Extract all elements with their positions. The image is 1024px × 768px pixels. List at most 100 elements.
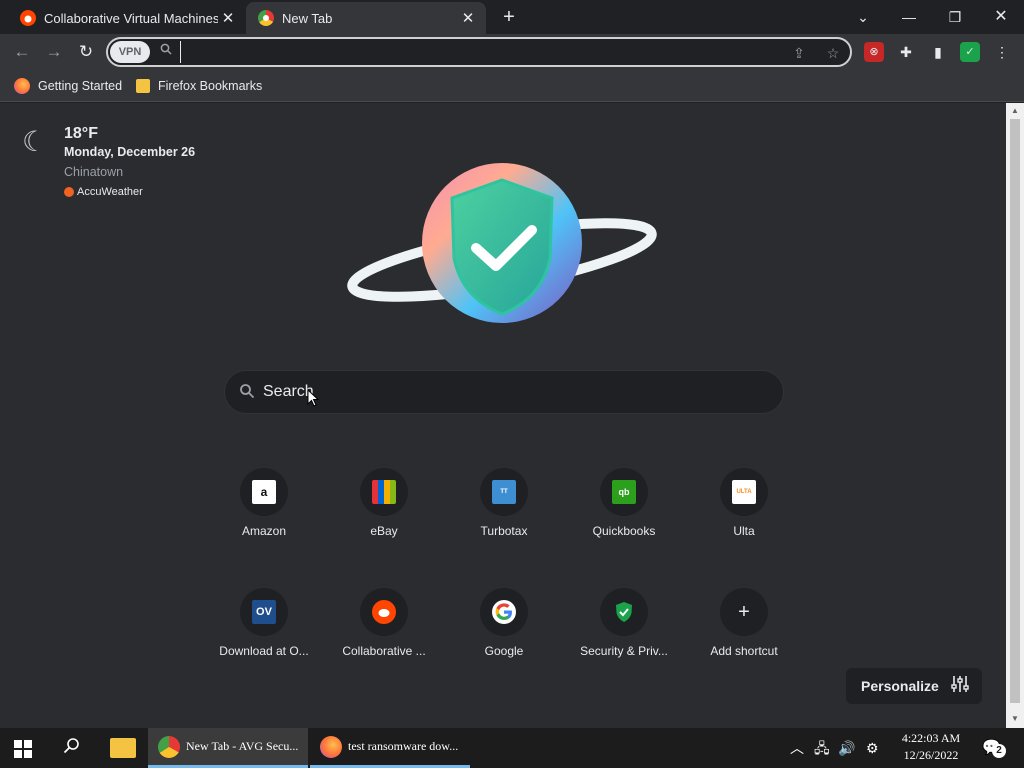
address-input[interactable] [180,41,780,63]
minimize-button[interactable]: — [886,4,932,30]
shortcut-label: Google [484,644,524,658]
menu-dots-icon[interactable]: ⋮ [992,42,1012,62]
address-bar[interactable]: VPN ⇪ ☆ [106,37,852,67]
shield-check-icon [612,600,636,624]
shortcut-label: Amazon [241,524,287,538]
search-icon [239,383,257,401]
shortcut-circle: a [240,468,288,516]
clock-date: 12/26/2022 [903,748,959,762]
close-tab-icon[interactable]: ✕ [218,9,238,27]
taskbar-clock[interactable]: 4:22:03 AM 12/26/2022 [892,730,970,764]
tray-chevron-up-icon[interactable]: ︿ [790,738,804,758]
taskbar-app-label: New Tab - AVG Secu... [186,739,299,753]
weather-temperature: 18°F [64,125,98,142]
ulta-icon: ULTA [732,480,756,504]
add-shortcut-button[interactable]: + Add shortcut [688,588,800,688]
bookmark-getting-started[interactable]: Getting Started [14,76,122,96]
turbotax-icon: TT [492,480,516,504]
taskbar-search-icon[interactable] [62,737,82,757]
shortcut-circle: + [720,588,768,636]
scroll-down-arrow-icon[interactable]: ▼ [1006,712,1024,726]
shortcut-label: Security & Priv... [580,644,668,658]
shortcut-circle [360,468,408,516]
close-tab-icon[interactable]: ✕ [458,9,478,27]
firefox-icon [320,735,342,758]
personalize-label: Personalize [861,678,939,694]
shortcut-circle [480,588,528,636]
reddit-icon [372,600,396,624]
action-center-icon[interactable]: 💬 2 [982,738,1006,758]
weather-date: Monday, December 26 [64,145,196,159]
shortcut-circle: qb [600,468,648,516]
avg-shield-icon[interactable]: ✓ [960,42,980,62]
back-arrow-icon[interactable]: ← [10,40,34,64]
moon-icon: ☾ [22,126,48,157]
tab-new-tab[interactable]: New Tab ✕ [246,2,486,34]
page-scrollbar[interactable]: ▲ ▼ [1006,103,1024,728]
reddit-icon [20,10,36,26]
folder-icon [136,79,150,93]
restore-button[interactable]: ❐ [932,4,978,30]
shortcut-collaborative[interactable]: Collaborative ... [328,588,440,688]
accuweather-icon [64,187,74,197]
avg-browser-icon [158,735,180,758]
reload-icon[interactable]: ↻ [74,40,98,64]
scroll-thumb[interactable] [1010,119,1020,703]
tab-title: New Tab [282,10,333,26]
personalize-button[interactable]: Personalize [846,668,982,704]
shortcut-ulta[interactable]: ULTA Ulta [688,468,800,568]
shortcut-download[interactable]: OV Download at O... [208,588,320,688]
shortcut-circle: OV [240,588,288,636]
close-window-button[interactable]: ✕ [978,4,1024,30]
windows-start-icon[interactable] [14,740,32,758]
amazon-icon: a [252,480,276,504]
bookmarks-bar: Getting Started Firefox Bookmarks [0,70,1024,102]
weather-provider-label: AccuWeather [77,186,143,198]
tab-search-chevron-icon[interactable]: ⌄ [840,4,886,30]
sliders-icon [951,675,969,698]
avg-browser-icon [258,10,274,26]
windows-taskbar: New Tab - AVG Secu... test ransomware do… [0,728,1024,768]
shortcut-amazon[interactable]: a Amazon [208,468,320,568]
plus-icon: + [738,600,750,623]
forward-arrow-icon[interactable]: → [42,40,66,64]
browser-toolbar: ← → ↻ VPN ⇪ ☆ ⊗ ✚ ▮ ✓ ⋮ [0,34,1024,70]
new-tab-button[interactable]: + [498,6,520,28]
mouse-pointer-icon [307,389,319,407]
taskbar-app-avg-browser[interactable]: New Tab - AVG Secu... [148,728,308,768]
shortcut-ebay[interactable]: eBay [328,468,440,568]
vpn-button[interactable]: VPN [110,41,150,63]
bookmark-firefox-bookmarks[interactable]: Firefox Bookmarks [136,76,262,96]
search-icon [160,43,172,58]
network-icon[interactable]: 🖧 [814,738,830,758]
new-tab-page: ☾ 18°F Monday, December 26 Chinatown Acc… [0,103,1006,728]
clock-time: 4:22:03 AM [901,731,961,745]
tab-collaborative[interactable]: Collaborative Virtual Machines! ✕ [8,2,246,34]
bookmark-star-icon[interactable]: ☆ [824,44,842,62]
settings-gear-icon[interactable]: ⚙ [866,738,879,758]
extensions-puzzle-icon[interactable]: ✚ [896,42,916,62]
weather-provider[interactable]: AccuWeather [64,186,143,198]
shortcut-circle: TT [480,468,528,516]
security-globe-illustration [347,163,657,323]
google-icon [492,600,516,624]
share-icon[interactable]: ⇪ [790,44,808,62]
weather-location: Chinatown [64,165,124,179]
bookmark-label: Firefox Bookmarks [158,79,263,93]
shortcut-turbotax[interactable]: TT Turbotax [448,468,560,568]
taskbar-app-firefox[interactable]: test ransomware dow... [310,728,470,768]
shortcut-label: eBay [370,524,398,538]
shortcut-label: Collaborative ... [342,644,426,658]
shortcut-label: Download at O... [219,644,309,658]
tab-strip: Collaborative Virtual Machines! ✕ New Ta… [0,0,1024,34]
side-panel-icon[interactable]: ▮ [928,42,948,62]
file-explorer-icon[interactable] [110,738,136,758]
shortcut-quickbooks[interactable]: qb Quickbooks [568,468,680,568]
scroll-up-arrow-icon[interactable]: ▲ [1006,104,1024,118]
shortcut-circle [600,588,648,636]
shortcut-google[interactable]: Google [448,588,560,688]
ebay-icon [372,480,396,504]
shortcut-security-privacy[interactable]: Security & Priv... [568,588,680,688]
volume-icon[interactable]: 🔊 [838,738,855,758]
privacy-extension-icon[interactable]: ⊗ [864,42,884,62]
